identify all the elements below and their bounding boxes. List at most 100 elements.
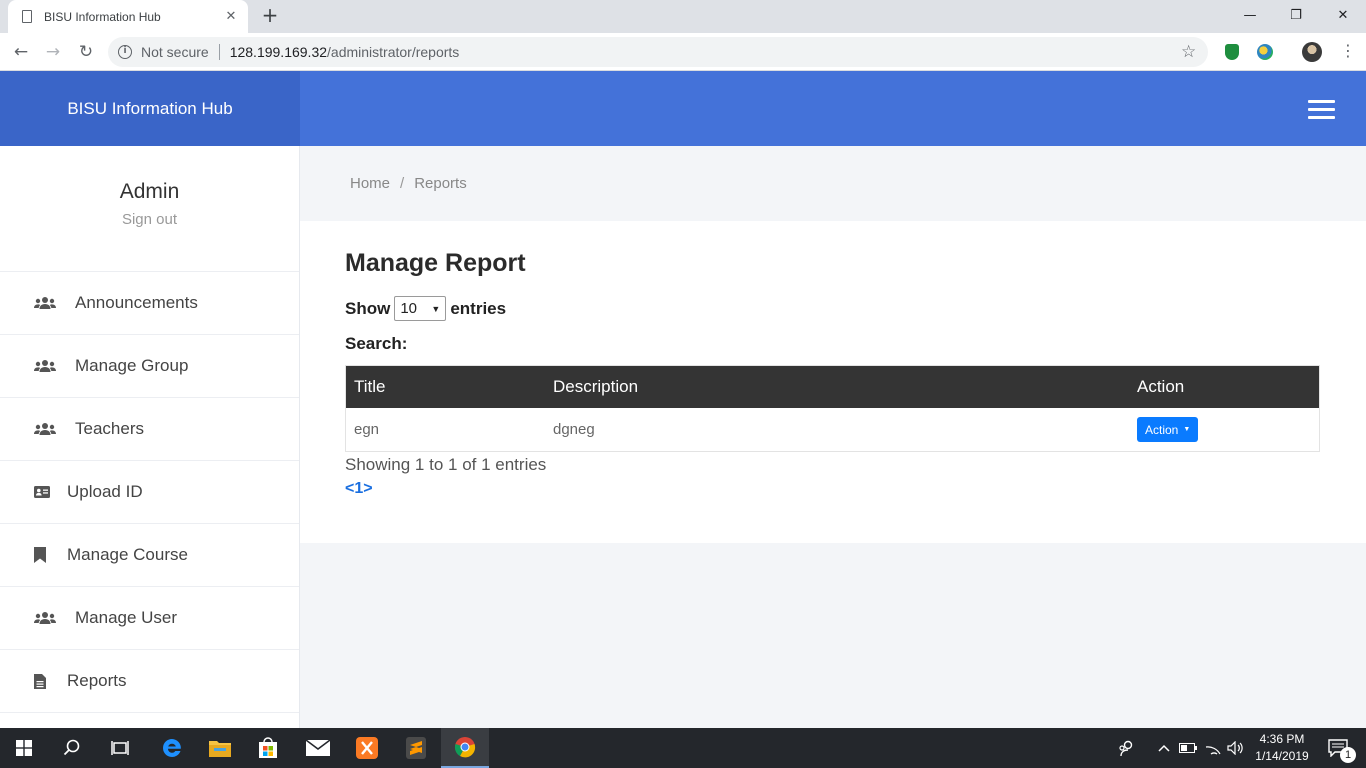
users-icon — [34, 422, 64, 436]
cell-description: dgneg — [553, 421, 595, 438]
volume-icon[interactable] — [1225, 728, 1247, 768]
sidebar-item-announcements[interactable]: Announcements — [0, 272, 299, 335]
table-info: Showing 1 to 1 of 1 entries — [345, 455, 547, 474]
back-icon[interactable]: ← — [8, 39, 34, 65]
chevron-up-icon[interactable] — [1153, 728, 1175, 768]
breadcrumb: Home / Reports — [300, 146, 1366, 221]
browser-menu-icon[interactable]: ⋮ — [1340, 41, 1356, 60]
entries-select[interactable]: 10 ▼ — [394, 296, 447, 321]
action-button-label: Action — [1145, 422, 1179, 437]
tab-title: BISU Information Hub — [44, 9, 161, 24]
browser-toolbar: ← → ↻ i Not secure 128.199.169.32/admini… — [0, 33, 1366, 71]
store-icon[interactable] — [244, 728, 292, 768]
globe-extension-icon[interactable] — [1257, 44, 1273, 60]
people-icon[interactable] — [1105, 728, 1149, 768]
app-page: BISU Information Hub Admin Sign out Anno… — [0, 71, 1366, 728]
browser-tab[interactable]: BISU Information Hub ✕ — [8, 0, 248, 33]
column-header-title[interactable]: Title — [346, 377, 545, 397]
sidebar-item-label: Announcements — [75, 293, 198, 312]
sidebar-item-reports[interactable]: Reports — [0, 650, 299, 713]
caret-down-icon: ▼ — [431, 303, 441, 314]
table-row: egn dgneg Action ▼ — [346, 408, 1319, 451]
tab-close-icon[interactable]: ✕ — [220, 9, 242, 24]
security-label: Not secure — [141, 44, 209, 60]
breadcrumb-home[interactable]: Home — [350, 175, 390, 192]
main-content: Manage Report Show 10 ▼ entries Search: … — [300, 221, 1366, 543]
mail-icon[interactable] — [294, 728, 342, 768]
sidebar-item-label: Teachers — [75, 419, 144, 438]
sign-out-link[interactable]: Sign out — [0, 211, 299, 228]
url-host: 128.199.169.32 — [229, 44, 328, 60]
top-navbar — [300, 71, 1366, 146]
brand-logo[interactable]: BISU Information Hub — [0, 71, 300, 146]
sidebar-item-label: Manage Group — [75, 356, 189, 375]
bookmark-icon — [34, 547, 56, 563]
entries-label: entries — [450, 298, 507, 318]
address-bar[interactable]: i Not secure 128.199.169.32/administrato… — [108, 37, 1208, 67]
users-icon — [34, 359, 64, 373]
search-icon[interactable] — [48, 728, 96, 768]
search-label: Search: — [345, 334, 408, 353]
column-header-action[interactable]: Action — [1129, 377, 1319, 397]
sidebar-item-manage-group[interactable]: Manage Group — [0, 335, 299, 398]
user-name: Admin — [119, 180, 180, 203]
sidebar-item-label: Manage Course — [67, 545, 188, 564]
minimize-button[interactable]: — — [1227, 0, 1273, 30]
omnibox-separator — [218, 44, 220, 60]
breadcrumb-separator: / — [400, 175, 405, 192]
sidebar-item-manage-course[interactable]: Manage Course — [0, 524, 299, 587]
new-tab-button[interactable]: + — [258, 4, 282, 28]
sidebar-item-label: Manage User — [75, 608, 178, 627]
reload-icon[interactable]: ↻ — [73, 39, 99, 65]
task-view-icon[interactable] — [96, 728, 144, 768]
sidebar-item-manage-user[interactable]: Manage User — [0, 587, 299, 650]
reports-table: Title Description Action egn dgneg Actio… — [345, 365, 1320, 452]
breadcrumb-current: Reports — [414, 175, 467, 192]
column-header-description[interactable]: Description — [545, 377, 1129, 397]
pagination-page-1[interactable]: 1 — [354, 480, 363, 498]
sublime-text-icon[interactable] — [392, 728, 440, 768]
battery-icon[interactable] — [1177, 728, 1199, 768]
cell-title: egn — [354, 421, 380, 438]
sidebar-item-label: Reports — [67, 671, 127, 690]
id-card-icon — [34, 486, 56, 498]
user-panel: Admin Sign out — [0, 146, 299, 272]
sidebar-item-label: Upload ID — [67, 482, 143, 501]
action-dropdown-button[interactable]: Action ▼ — [1137, 417, 1199, 442]
sidebar-item-upload-id[interactable]: Upload ID — [0, 461, 299, 524]
caret-down-icon: ▼ — [1183, 426, 1191, 433]
browser-tab-strip: BISU Information Hub ✕ + — ❐ ✕ — [0, 0, 1366, 33]
profile-avatar[interactable] — [1302, 42, 1322, 62]
info-icon[interactable]: i — [118, 45, 132, 59]
file-icon — [34, 673, 56, 689]
users-icon — [34, 296, 64, 310]
windows-taskbar: 4:36 PM 1/14/2019 1 — [0, 728, 1366, 768]
pagination-prev[interactable]: < — [345, 480, 354, 498]
pagination-next[interactable]: > — [363, 480, 372, 498]
sidebar-item-teachers[interactable]: Teachers — [0, 398, 299, 461]
url-path: /administrator/reports — [327, 44, 460, 60]
sidebar: Admin Sign out Announcements Manage Grou… — [0, 146, 300, 728]
close-window-button[interactable]: ✕ — [1320, 0, 1366, 30]
edge-browser-icon[interactable] — [148, 728, 196, 768]
bookmark-star-icon[interactable]: ☆ — [1181, 42, 1196, 62]
wifi-icon[interactable] — [1201, 728, 1225, 768]
xampp-icon[interactable] — [343, 728, 391, 768]
cell-action: Action ▼ — [1129, 417, 1319, 442]
clock-time[interactable]: 4:36 PM — [1250, 732, 1314, 746]
maximize-button[interactable]: ❐ — [1273, 0, 1319, 30]
notification-count-badge: 1 — [1340, 747, 1356, 763]
clock-date[interactable]: 1/14/2019 — [1250, 749, 1314, 763]
table-header: Title Description Action — [346, 366, 1319, 408]
show-label: Show — [345, 298, 391, 318]
users-icon — [34, 611, 64, 625]
hamburger-menu-icon[interactable] — [1308, 100, 1335, 119]
entries-select-value: 10 — [400, 300, 418, 317]
shield-extension-icon[interactable] — [1225, 44, 1239, 60]
action-center-icon[interactable]: 1 — [1318, 728, 1358, 768]
chrome-icon[interactable] — [441, 728, 489, 768]
forward-icon[interactable]: → — [40, 39, 66, 65]
pagination: < 1 > — [345, 480, 373, 498]
file-explorer-icon[interactable] — [196, 728, 244, 768]
windows-start-icon[interactable] — [0, 728, 48, 768]
